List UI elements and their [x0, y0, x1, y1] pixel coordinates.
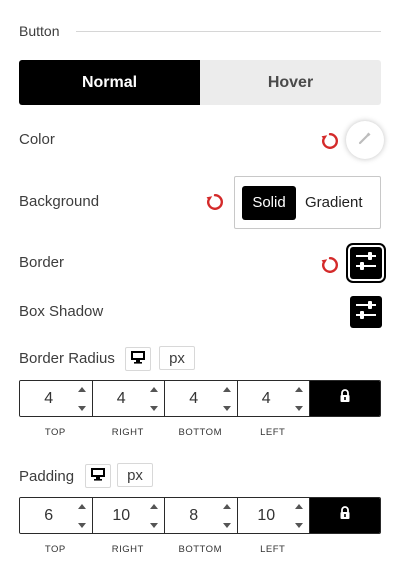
box-shadow-label: Box Shadow [19, 303, 104, 320]
stepper[interactable] [295, 504, 305, 528]
side-label-left: LEFT [260, 544, 286, 555]
side-label-bottom: BOTTOM [178, 427, 222, 438]
padding-side-labels: TOP RIGHT BOTTOM LEFT [19, 544, 309, 555]
stepper[interactable] [295, 387, 305, 411]
background-solid-option[interactable]: Solid [242, 185, 296, 220]
border-radius-left-field[interactable]: 4 [237, 381, 310, 416]
stepper[interactable] [222, 387, 233, 411]
background-type-toggle: Solid Gradient [234, 176, 381, 229]
border-label: Border [19, 254, 65, 271]
section-divider [76, 30, 381, 32]
section-title: Button [19, 23, 60, 39]
side-label-bottom: BOTTOM [178, 544, 222, 555]
side-label-top: TOP [44, 544, 66, 555]
sliders-icon [355, 251, 377, 276]
color-label: Color [19, 131, 55, 148]
color-picker-button[interactable] [346, 121, 384, 159]
section-header: Button [19, 22, 381, 40]
padding-top-field[interactable]: 6 [20, 498, 93, 533]
border-radius-inputs: 4 4 4 4 [19, 380, 381, 417]
side-label-left: LEFT [260, 427, 286, 438]
border-radius-top-field[interactable]: 4 [20, 381, 93, 416]
padding-bottom-field[interactable]: 8 [165, 498, 238, 533]
lock-icon [339, 389, 351, 408]
color-reset-icon[interactable] [321, 132, 339, 150]
border-settings-button[interactable] [350, 247, 382, 279]
state-tabs: Normal Hover [19, 60, 381, 105]
eyedropper-icon [357, 130, 373, 151]
padding-right-field[interactable]: 10 [92, 498, 165, 533]
stepper[interactable] [150, 387, 160, 411]
padding-link-button[interactable] [310, 498, 380, 533]
responsive-device-button[interactable] [85, 464, 111, 488]
border-radius-link-button[interactable] [310, 381, 380, 416]
stepper[interactable] [77, 387, 88, 411]
border-radius-label: Border Radius [19, 350, 115, 367]
border-radius-bottom-field[interactable]: 4 [165, 381, 238, 416]
tab-normal[interactable]: Normal [19, 60, 200, 105]
box-shadow-settings-button[interactable] [350, 296, 382, 328]
background-label: Background [19, 193, 100, 210]
border-reset-icon[interactable] [321, 256, 339, 274]
desktop-icon [90, 467, 106, 486]
stepper[interactable] [150, 504, 160, 528]
border-radius-side-labels: TOP RIGHT BOTTOM LEFT [19, 427, 309, 438]
background-gradient-option[interactable]: Gradient [296, 186, 363, 220]
side-label-right: RIGHT [111, 427, 144, 438]
border-radius-unit-select[interactable]: px [159, 346, 195, 370]
lock-icon [339, 506, 351, 525]
padding-left-field[interactable]: 10 [237, 498, 310, 533]
border-radius-right-field[interactable]: 4 [92, 381, 165, 416]
stepper[interactable] [77, 504, 88, 528]
tab-hover[interactable]: Hover [200, 60, 381, 105]
desktop-icon [130, 350, 146, 369]
padding-inputs: 6 10 8 10 [19, 497, 381, 534]
padding-label: Padding [19, 468, 75, 485]
side-label-right: RIGHT [111, 544, 144, 555]
padding-unit-select[interactable]: px [117, 463, 153, 487]
background-reset-icon[interactable] [206, 193, 224, 211]
sliders-icon [355, 300, 377, 325]
side-label-top: TOP [44, 427, 66, 438]
responsive-device-button[interactable] [125, 347, 151, 371]
stepper[interactable] [222, 504, 233, 528]
